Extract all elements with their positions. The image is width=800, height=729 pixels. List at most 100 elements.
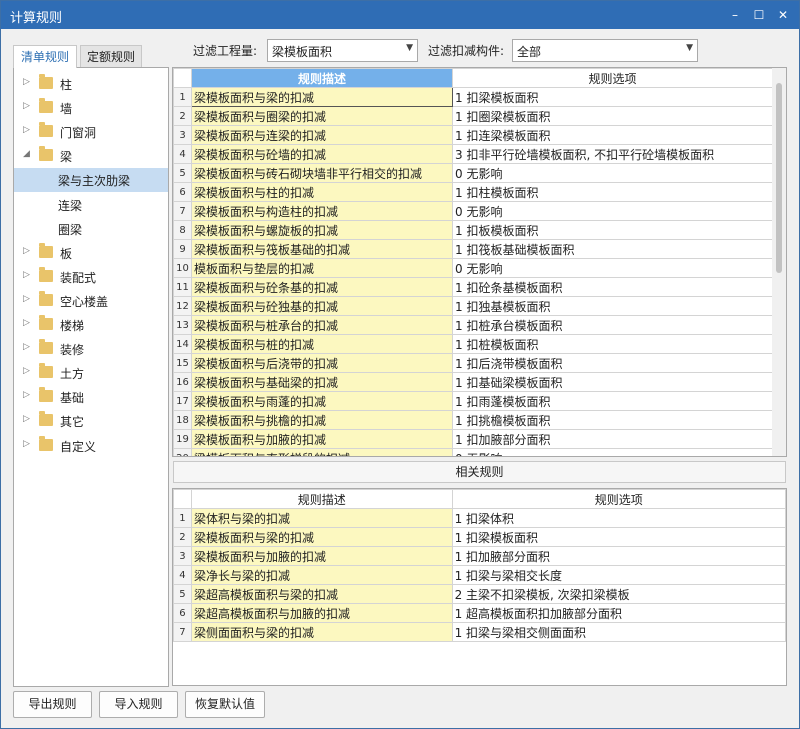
rule-desc-cell[interactable]: 梁超高模板面积与加腋的扣减 xyxy=(190,603,453,623)
table-row[interactable]: 10 模板面积与垫层的扣减 0 无影响 xyxy=(173,258,773,278)
rule-desc-cell[interactable]: 梁模板面积与梁的扣减 xyxy=(191,87,453,107)
rule-desc-cell[interactable]: 梁模板面积与螺旋板的扣减 xyxy=(191,220,453,240)
expanded-arrow-icon[interactable]: ◢ xyxy=(23,149,33,159)
collapsed-arrow-icon[interactable]: ▷ xyxy=(23,101,33,111)
tree-node[interactable]: ▷ 墙 xyxy=(14,96,168,120)
close-button[interactable]: ✕ xyxy=(773,6,793,24)
table-row[interactable]: 14 梁模板面积与桩的扣减 1 扣桩模板面积 xyxy=(173,334,773,354)
rule-option-cell[interactable]: 1 扣柱模板面积 xyxy=(452,182,773,202)
collapsed-arrow-icon[interactable]: ▷ xyxy=(23,390,33,400)
rule-desc-cell[interactable]: 梁模板面积与桩的扣减 xyxy=(191,334,453,354)
tree-node[interactable]: ▷ 板 xyxy=(14,241,168,265)
rule-option-cell[interactable]: 1 扣圈梁模板面积 xyxy=(452,106,773,126)
rule-option-cell[interactable]: 1 扣连梁模板面积 xyxy=(452,125,773,145)
filter-component-select[interactable]: 全部 ▼ xyxy=(512,39,698,62)
rule-desc-cell[interactable]: 梁净长与梁的扣减 xyxy=(190,565,453,585)
rule-desc-cell[interactable]: 梁模板面积与基础梁的扣减 xyxy=(191,372,453,392)
header-rule-option[interactable]: 规则选项 xyxy=(452,68,773,88)
rule-option-cell[interactable]: 1 扣挑檐模板面积 xyxy=(452,410,773,430)
rule-option-cell[interactable]: 0 无影响 xyxy=(452,448,773,456)
rule-option-cell[interactable]: 1 扣梁与梁相交长度 xyxy=(451,565,786,585)
table-row[interactable]: 15 梁模板面积与后浇带的扣减 1 扣后浇带模板面积 xyxy=(173,353,773,373)
collapsed-arrow-icon[interactable]: ▷ xyxy=(23,125,33,135)
tree-node[interactable]: ▷ 楼梯 xyxy=(14,313,168,337)
filter-project-select[interactable]: 梁模板面积 ▼ xyxy=(267,39,418,62)
table-row[interactable]: 5 梁模板面积与砖石砌块墙非平行相交的扣减 0 无影响 xyxy=(173,163,773,183)
tree-node[interactable]: ▷ 其它 xyxy=(14,409,168,433)
table-row[interactable]: 7 梁模板面积与构造柱的扣减 0 无影响 xyxy=(173,201,773,221)
tree-node[interactable]: ▷ 空心楼盖 xyxy=(14,289,168,313)
rule-option-cell[interactable]: 1 扣雨蓬模板面积 xyxy=(452,391,773,411)
table-row[interactable]: 16 梁模板面积与基础梁的扣减 1 扣基础梁模板面积 xyxy=(173,372,773,392)
collapsed-arrow-icon[interactable]: ▷ xyxy=(23,246,33,256)
rule-desc-cell[interactable]: 梁模板面积与加腋的扣减 xyxy=(190,546,453,566)
restore-defaults-button[interactable]: 恢复默认值 xyxy=(185,691,265,718)
table-row[interactable]: 9 梁模板面积与筏板基础的扣减 1 扣筏板基础模板面积 xyxy=(173,239,773,259)
collapsed-arrow-icon[interactable]: ▷ xyxy=(23,77,33,87)
related-header-rule-desc[interactable]: 规则描述 xyxy=(190,489,453,509)
table-row[interactable]: 13 梁模板面积与桩承台的扣减 1 扣桩承台模板面积 xyxy=(173,315,773,335)
table-row[interactable]: 11 梁模板面积与砼条基的扣减 1 扣砼条基模板面积 xyxy=(173,277,773,297)
rule-option-cell[interactable]: 1 扣梁模板面积 xyxy=(451,527,786,547)
rule-option-cell[interactable]: 1 扣基础梁模板面积 xyxy=(452,372,773,392)
rule-desc-cell[interactable]: 梁模板面积与圈梁的扣减 xyxy=(191,106,453,126)
rule-option-cell[interactable]: 1 扣筏板基础模板面积 xyxy=(452,239,773,259)
rule-desc-cell[interactable]: 梁体积与梁的扣减 xyxy=(190,508,453,528)
rule-desc-cell[interactable]: 梁模板面积与筏板基础的扣减 xyxy=(191,239,453,259)
header-rule-desc[interactable]: 规则描述 xyxy=(191,68,453,88)
tree-node[interactable]: 圈梁 xyxy=(14,217,168,241)
related-header-rule-option[interactable]: 规则选项 xyxy=(451,489,786,509)
rule-desc-cell[interactable]: 梁模板面积与砼条基的扣减 xyxy=(191,277,453,297)
rule-option-cell[interactable]: 1 扣独基模板面积 xyxy=(452,296,773,316)
rule-option-cell[interactable]: 1 扣砼条基模板面积 xyxy=(452,277,773,297)
collapsed-arrow-icon[interactable]: ▷ xyxy=(23,318,33,328)
import-rules-button[interactable]: 导入规则 xyxy=(99,691,178,718)
rule-option-cell[interactable]: 1 扣后浇带模板面积 xyxy=(452,353,773,373)
rule-option-cell[interactable]: 1 超高模板面积扣加腋部分面积 xyxy=(451,603,786,623)
tab-quota-rules[interactable]: 定额规则 xyxy=(80,45,142,67)
table-row[interactable]: 17 梁模板面积与雨蓬的扣减 1 扣雨蓬模板面积 xyxy=(173,391,773,411)
rule-desc-cell[interactable]: 梁模板面积与挑檐的扣减 xyxy=(191,410,453,430)
rule-option-cell[interactable]: 1 扣加腋部分面积 xyxy=(451,546,786,566)
tree-node[interactable]: ◢ 梁 xyxy=(14,144,168,168)
tree-node[interactable]: ▷ 装配式 xyxy=(14,265,168,289)
rule-desc-cell[interactable]: 梁模板面积与梁的扣减 xyxy=(190,527,453,547)
rule-desc-cell[interactable]: 梁模板面积与砼独基的扣减 xyxy=(191,296,453,316)
tab-list-rules[interactable]: 清单规则 xyxy=(13,45,77,68)
rule-option-cell[interactable]: 1 扣桩模板面积 xyxy=(452,334,773,354)
table-row[interactable]: 4 梁模板面积与砼墙的扣减 3 扣非平行砼墙模板面积, 不扣平行砼墙模板面积 xyxy=(173,144,773,164)
rule-option-cell[interactable]: 1 扣梁模板面积 xyxy=(452,87,773,107)
table-row[interactable]: 20梁模板面积与直形梯段的扣减0 无影响 xyxy=(173,448,773,456)
rule-desc-cell[interactable]: 梁侧面面积与梁的扣减 xyxy=(190,622,453,642)
table-row[interactable]: 18 梁模板面积与挑檐的扣减 1 扣挑檐模板面积 xyxy=(173,410,773,430)
rule-desc-cell[interactable]: 梁模板面积与直形梯段的扣减 xyxy=(191,448,453,456)
table-row[interactable]: 7 梁侧面面积与梁的扣减 1 扣梁与梁相交侧面面积 xyxy=(173,622,786,642)
rule-option-cell[interactable]: 1 扣加腋部分面积 xyxy=(452,429,773,449)
table-row[interactable]: 19 梁模板面积与加腋的扣减 1 扣加腋部分面积 xyxy=(173,429,773,449)
rule-desc-cell[interactable]: 梁模板面积与雨蓬的扣减 xyxy=(191,391,453,411)
collapsed-arrow-icon[interactable]: ▷ xyxy=(23,294,33,304)
tree-node[interactable]: ▷ 门窗洞 xyxy=(14,120,168,144)
rule-option-cell[interactable]: 1 扣桩承台模板面积 xyxy=(452,315,773,335)
table-row[interactable]: 8 梁模板面积与螺旋板的扣减 1 扣板模板面积 xyxy=(173,220,773,240)
export-rules-button[interactable]: 导出规则 xyxy=(13,691,92,718)
tree-node[interactable]: ▷ 柱 xyxy=(14,72,168,96)
scroll-thumb[interactable] xyxy=(776,83,782,273)
rule-option-cell[interactable]: 1 扣梁体积 xyxy=(451,508,786,528)
table-row[interactable]: 1 梁模板面积与梁的扣减 1 扣梁模板面积 xyxy=(173,87,773,107)
table-row[interactable]: 3 梁模板面积与加腋的扣减 1 扣加腋部分面积 xyxy=(173,546,786,566)
maximize-button[interactable]: ☐ xyxy=(749,6,769,24)
collapsed-arrow-icon[interactable]: ▷ xyxy=(23,414,33,424)
rule-option-cell[interactable]: 3 扣非平行砼墙模板面积, 不扣平行砼墙模板面积 xyxy=(452,144,773,164)
rule-desc-cell[interactable]: 梁模板面积与砖石砌块墙非平行相交的扣减 xyxy=(191,163,453,183)
tree-node[interactable]: ▷ 装修 xyxy=(14,337,168,361)
tree-node[interactable]: 梁与主次肋梁 xyxy=(14,168,168,193)
tree-node[interactable]: ▷ 自定义 xyxy=(14,434,168,458)
table-row[interactable]: 2 梁模板面积与梁的扣减 1 扣梁模板面积 xyxy=(173,527,786,547)
table-row[interactable]: 3 梁模板面积与连梁的扣减 1 扣连梁模板面积 xyxy=(173,125,773,145)
minimize-button[interactable]: – xyxy=(725,6,745,24)
main-vertical-scrollbar[interactable] xyxy=(772,68,786,456)
collapsed-arrow-icon[interactable]: ▷ xyxy=(23,439,33,449)
rule-desc-cell[interactable]: 梁模板面积与加腋的扣减 xyxy=(191,429,453,449)
tree-node[interactable]: 连梁 xyxy=(14,193,168,217)
